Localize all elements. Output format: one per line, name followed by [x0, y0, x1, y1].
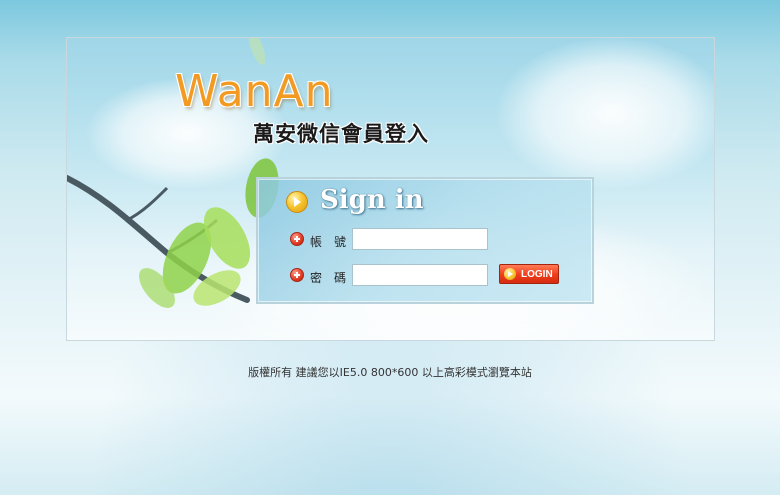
password-input[interactable] — [352, 264, 488, 286]
login-panel: WanAn 萬安微信會員登入 Sign in 帳 號 密 碼 LOGIN — [66, 37, 715, 341]
arrow-circle-icon — [286, 191, 308, 213]
plus-circle-icon — [290, 268, 304, 282]
account-label: 帳 號 — [310, 235, 347, 249]
brand-logo: WanAn — [175, 66, 334, 117]
signin-form: Sign in 帳 號 密 碼 LOGIN — [256, 177, 594, 304]
footer-copyright: 版權所有 建議您以IE5.0 800*600 以上高彩模式瀏覽本站 — [248, 366, 532, 379]
signin-title: Sign in — [320, 185, 424, 215]
account-input[interactable] — [352, 228, 488, 250]
password-label: 密 碼 — [310, 271, 347, 285]
login-button-label: LOGIN — [521, 268, 553, 280]
plus-circle-icon — [290, 232, 304, 246]
arrow-right-icon — [504, 268, 516, 280]
login-button[interactable]: LOGIN — [499, 264, 559, 284]
page-subtitle: 萬安微信會員登入 — [253, 121, 429, 146]
